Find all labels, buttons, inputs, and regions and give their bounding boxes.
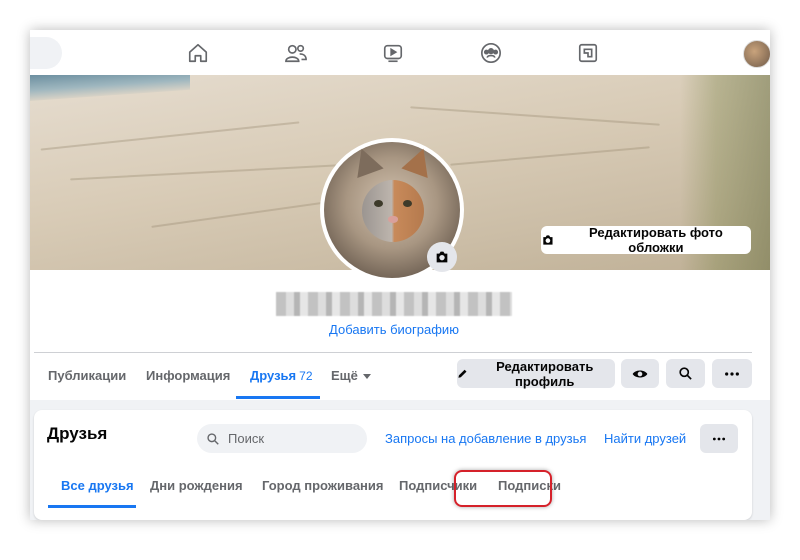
home-icon[interactable] (181, 38, 215, 68)
tab-more[interactable]: Ещё (331, 353, 371, 399)
profile-more-button[interactable] (712, 359, 752, 388)
search-icon (679, 367, 692, 380)
subtab-all-friends[interactable]: Все друзья (61, 478, 134, 493)
edit-cover-photo-button[interactable]: Редактировать фото обложки (541, 225, 751, 255)
profile-name-pixelated (276, 292, 512, 316)
friends-card: Друзья Запросы на добавление в друзья На… (34, 410, 752, 520)
browser-window: Редактировать фото обложки Добавить биог… (30, 30, 770, 520)
find-friends-link[interactable]: Найти друзей (604, 431, 686, 446)
nav-search-field[interactable] (30, 37, 62, 69)
cat-eye-left (374, 200, 383, 207)
friends-count: 72 (299, 369, 313, 383)
groups-icon[interactable] (474, 38, 508, 68)
tab-about[interactable]: Информация (146, 353, 230, 399)
friends-icon[interactable] (279, 38, 313, 68)
cover-sea-strip (30, 75, 190, 101)
add-bio-link[interactable]: Добавить биографию (30, 322, 758, 337)
cat-face (362, 180, 424, 242)
pencil-icon (458, 369, 467, 378)
friends-card-title: Друзья (47, 424, 108, 443)
chevron-down-icon (362, 374, 371, 380)
edit-profile-label: Редактировать профиль (496, 358, 594, 389)
cat-nose (388, 216, 398, 223)
more-dots-icon (725, 371, 739, 376)
tab-posts[interactable]: Публикации (48, 353, 126, 399)
gaming-icon[interactable] (571, 38, 605, 68)
profile-search-button[interactable] (666, 359, 705, 388)
camera-icon (543, 235, 553, 245)
sand-track (410, 106, 660, 126)
tab-posts-label: Публикации (48, 368, 127, 383)
camera-icon (436, 251, 448, 263)
header-divider (34, 352, 752, 353)
search-icon (207, 432, 219, 445)
highlight-frame (454, 470, 552, 507)
view-as-button[interactable] (621, 359, 659, 388)
more-dots-icon (712, 437, 726, 440)
friend-requests-link[interactable]: Запросы на добавление в друзья (385, 431, 586, 446)
watch-icon[interactable] (376, 38, 410, 68)
friends-search-input[interactable] (226, 430, 350, 447)
eye-icon (632, 370, 648, 377)
friends-more-button[interactable] (700, 424, 738, 453)
cat-eye-right (403, 200, 412, 207)
sand-track (40, 121, 300, 151)
active-tab-indicator (236, 396, 320, 399)
tab-more-label: Ещё (331, 368, 358, 383)
friends-search[interactable] (197, 424, 367, 453)
sand-track (450, 146, 650, 166)
tab-friends[interactable]: Друзья 72 (250, 353, 313, 399)
subtab-birthdays[interactable]: Дни рождения (150, 478, 243, 493)
top-navigation-bar (30, 30, 770, 75)
edit-profile-button[interactable]: Редактировать профиль (457, 358, 615, 389)
tab-about-label: Информация (146, 368, 231, 383)
subtab-current-city[interactable]: Город проживания (262, 478, 384, 493)
active-subtab-indicator (48, 505, 136, 508)
edit-cover-label: Редактировать фото обложки (589, 225, 723, 255)
account-avatar[interactable] (743, 40, 770, 68)
update-profile-picture-button[interactable] (427, 242, 457, 272)
tab-friends-label: Друзья (250, 368, 297, 383)
